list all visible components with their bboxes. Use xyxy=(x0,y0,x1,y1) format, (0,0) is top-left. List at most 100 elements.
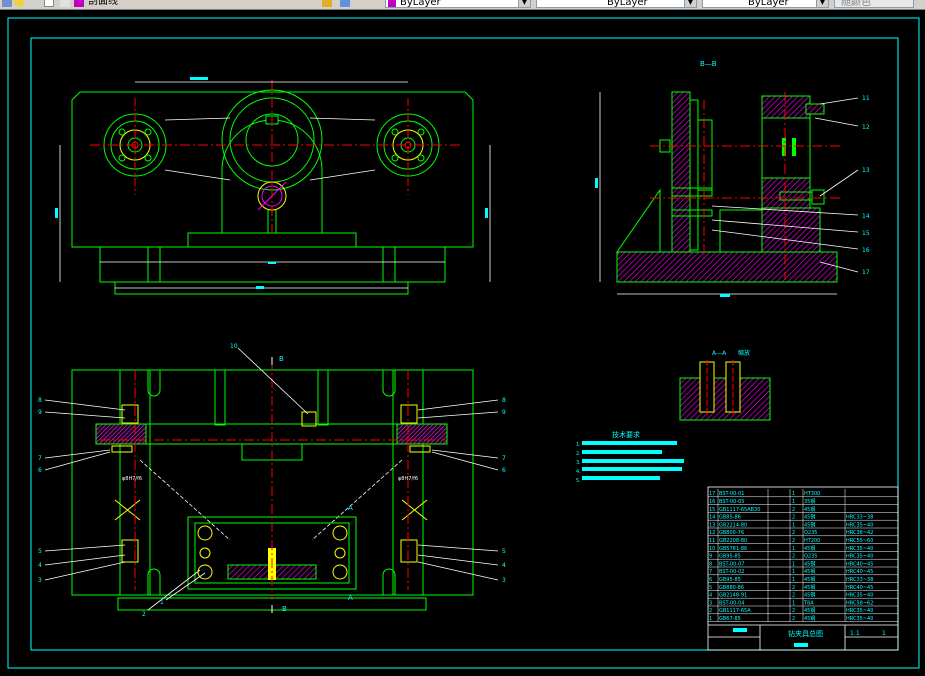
callout-left-3: 3 xyxy=(38,577,42,584)
bom-cell-no: 2 xyxy=(709,608,712,614)
bom-cell-qty: 2 xyxy=(792,593,795,599)
plotstyle-combo[interactable]: 随颜色 xyxy=(834,0,914,8)
callout-1: 1 xyxy=(160,599,164,606)
callout-left-4: 4 xyxy=(38,562,42,569)
bom-cell-no: 10 xyxy=(709,546,715,552)
bom-table: 17 BST-00-01 1 HT30016 BST-00-05 1 35钢15 GB1117… xyxy=(707,486,899,651)
callout-right-9: 9 xyxy=(502,409,506,416)
bom-cell-qty: 1 xyxy=(792,569,795,575)
bom-cell-qty: 2 xyxy=(792,515,795,521)
tech-item-3: 3. xyxy=(576,460,581,466)
bom-cell-qty: 2 xyxy=(792,608,795,614)
technical-requirements: 技术要求 1. 2. 3. 4. 5. xyxy=(576,430,684,484)
callout-right-7: 7 xyxy=(502,455,506,462)
callout-15: 15 xyxy=(862,230,870,237)
bom-cell-mat: 45钢 xyxy=(804,521,815,528)
bom-cell-code: BST-00-01 xyxy=(719,491,744,497)
bom-cell-code: BST-00-05 xyxy=(719,499,744,505)
bom-cell-qty: 1 xyxy=(792,546,795,552)
lineweight-combo[interactable]: ByLayer ▼ xyxy=(702,0,829,8)
bom-cell-mat: 45钢 xyxy=(804,615,815,622)
make-current-icon[interactable] xyxy=(322,0,332,7)
bom-cell-qty: 1 xyxy=(792,522,795,528)
bom-cell-note: HRC55~60 xyxy=(846,538,873,544)
cad-drawing-canvas[interactable]: B—B 11 12 13 14 15 16 17 B B A A 10 φ8H7… xyxy=(0,9,925,676)
bom-cell-no: 13 xyxy=(709,522,715,528)
callout-left-7: 7 xyxy=(38,455,42,462)
drawing-sheet: 1 xyxy=(882,630,886,637)
layer-swatch-icon xyxy=(74,0,84,7)
lock-icon[interactable] xyxy=(44,0,54,7)
linetype-combo[interactable]: ByLayer ▼ xyxy=(536,0,697,8)
drawing-scale: 1:1 xyxy=(850,630,860,637)
callout-11: 11 xyxy=(862,95,870,102)
bom-cell-code: GB5781-86 xyxy=(719,546,747,552)
front-view xyxy=(55,77,491,295)
bom-cell-note: HRC40~45 xyxy=(846,561,873,567)
bom-cell-no: 3 xyxy=(709,600,712,606)
bom-cell-mat: 45钢 xyxy=(804,545,815,552)
bom-cell-note: HRC33~38 xyxy=(846,577,873,583)
layer-name[interactable]: 剖面线 xyxy=(88,0,118,8)
lightbulb-icon[interactable] xyxy=(14,0,24,7)
callout-right-6: 6 xyxy=(502,467,506,474)
bom-cell-mat: 45钢 xyxy=(804,506,815,513)
callout-10: 10 xyxy=(230,343,238,350)
layer-previous-icon[interactable] xyxy=(340,0,350,7)
callout-left-5: 5 xyxy=(38,548,42,555)
bom-cell-note: HRC33~38 xyxy=(846,515,873,521)
cut-label-b-bottom: B xyxy=(282,605,287,613)
bom-cell-code: GB67-85 xyxy=(719,616,741,622)
bom-cell-note: HRC35~40 xyxy=(846,546,873,552)
chevron-down-icon[interactable]: ▼ xyxy=(816,0,828,7)
bom-cell-code: GB2148-91 xyxy=(719,593,747,599)
layer-dropdown-icon[interactable] xyxy=(306,0,316,7)
layer-state-icon[interactable] xyxy=(2,0,12,7)
tech-item-5: 5. xyxy=(576,478,581,484)
callout-16: 16 xyxy=(862,247,870,254)
bom-cell-no: 17 xyxy=(709,491,715,497)
bom-cell-note: HRC58~62 xyxy=(846,600,873,606)
bom-cell-mat: 35钢 xyxy=(804,498,815,505)
fit-label-left: φ8H7/f6 xyxy=(122,476,142,482)
bom-cell-code: GB2214-80 xyxy=(719,522,747,528)
bom-cell-qty: 1 xyxy=(792,491,795,497)
tech-item-2: 2. xyxy=(576,451,581,457)
chevron-down-icon[interactable]: ▼ xyxy=(518,0,530,7)
bom-cell-qty: 2 xyxy=(792,530,795,536)
color-swatch xyxy=(388,0,396,7)
bom-cell-note: HRC35~40 xyxy=(846,554,873,560)
chevron-down-icon[interactable]: ▼ xyxy=(684,0,696,7)
bom-cell-qty: 2 xyxy=(792,554,795,560)
sun-freeze-icon[interactable] xyxy=(30,0,40,7)
bom-cell-mat: 45钢 xyxy=(804,576,815,583)
callout-right-3: 3 xyxy=(502,577,506,584)
cut-label-a-top: A xyxy=(348,504,353,512)
bom-cell-qty: 2 xyxy=(792,585,795,591)
tech-title: 技术要求 xyxy=(612,430,640,439)
bom-cell-mat: HT200 xyxy=(804,538,820,544)
callout-13: 13 xyxy=(862,167,870,174)
bom-cell-qty: 1 xyxy=(792,561,795,567)
bom-cell-code: GB1117-65A xyxy=(719,608,751,614)
bom-cell-mat: 45钢 xyxy=(804,514,815,521)
bom-cell-qty: 1 xyxy=(792,577,795,583)
section-aa-scale: 缩放 xyxy=(738,349,750,357)
bom-cell-qty: 2 xyxy=(792,507,795,513)
plan-view: B B A A 10 φ8H7/f6 φ8H7/f6 8 9 7 6 5 4 3… xyxy=(38,343,506,618)
bom-cell-qty: 2 xyxy=(792,616,795,622)
bom-cell-code: GB95-85 xyxy=(719,554,741,560)
cut-label-a-bottom: A xyxy=(348,594,353,602)
cut-label-b-top: B xyxy=(279,355,284,363)
title-block: 钻夹具总图 1:1 1 xyxy=(708,624,898,650)
bom-cell-note: HRC38~42 xyxy=(846,530,873,536)
layer-color-icon[interactable] xyxy=(60,0,70,7)
color-combo[interactable]: ByLayer ▼ xyxy=(385,0,531,8)
bom-cell-mat: 45钢 xyxy=(804,584,815,591)
bom-cell-no: 9 xyxy=(709,554,712,560)
callout-right-8: 8 xyxy=(502,397,506,404)
bom-cell-no: 6 xyxy=(709,577,712,583)
callout-left-6: 6 xyxy=(38,467,42,474)
bom-cell-mat: HT300 xyxy=(804,491,820,497)
section-view-aa: A—A 缩放 xyxy=(679,349,771,421)
